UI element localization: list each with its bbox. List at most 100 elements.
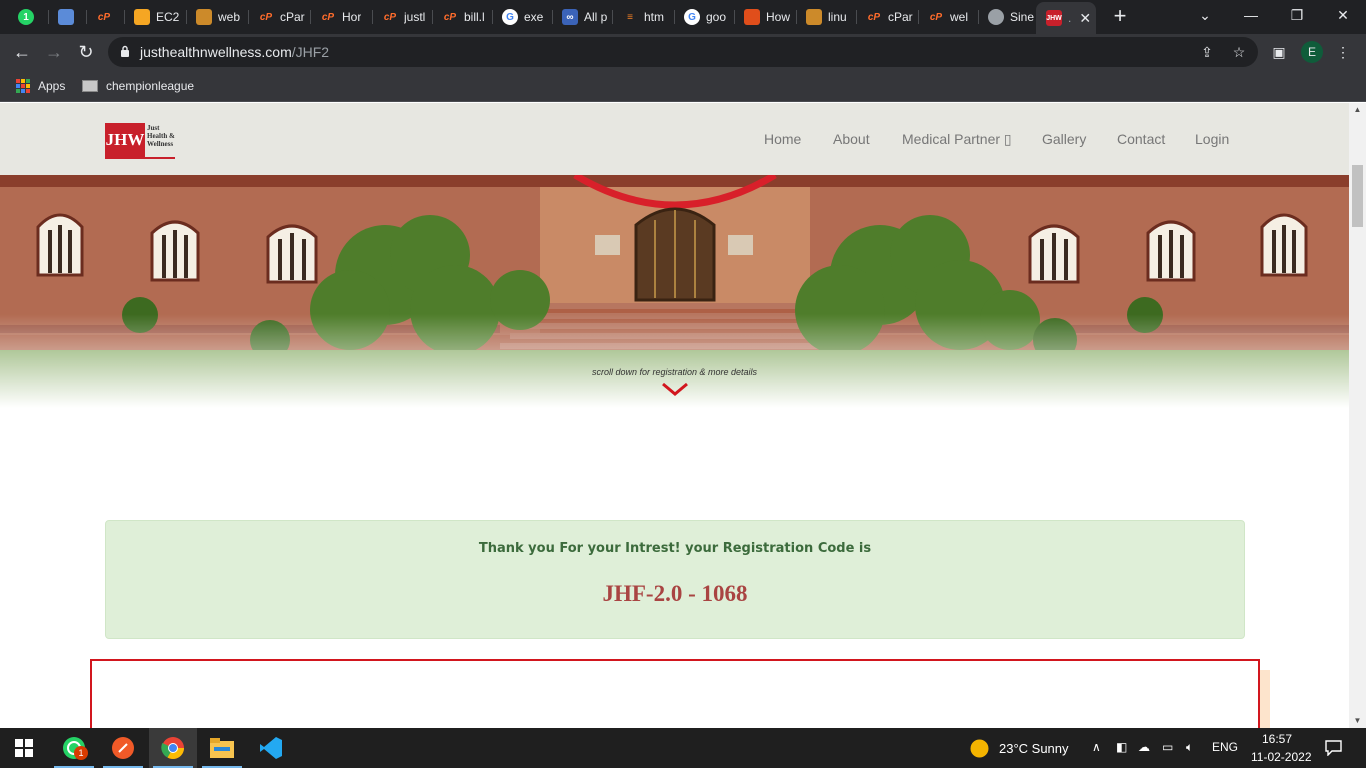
browser-toolbar: ← → ↻ justhealthnwellness.com/JHF2 ⇪ ☆ ▣… bbox=[0, 34, 1366, 70]
tab-web[interactable]: web bbox=[186, 4, 248, 30]
scroll-hint-text: scroll down for registration & more deta… bbox=[591, 367, 758, 377]
weather-text[interactable]: 23°C Sunny bbox=[999, 741, 1069, 756]
meet-now-icon[interactable]: ◧ bbox=[1116, 740, 1127, 754]
tab-linux[interactable]: linu bbox=[796, 4, 856, 30]
taskbar-whatsapp[interactable]: 1 bbox=[50, 728, 98, 768]
apps-grid-icon bbox=[16, 79, 30, 93]
taskbar-chrome[interactable] bbox=[149, 728, 197, 768]
shortcut-icon bbox=[806, 9, 822, 25]
aws-box-icon bbox=[134, 9, 150, 25]
close-window-icon[interactable]: ✕ bbox=[1320, 0, 1366, 30]
folder-icon bbox=[210, 738, 234, 758]
forward-icon[interactable]: → bbox=[42, 40, 66, 64]
url-text: justhealthnwellness.com/JHF2 bbox=[140, 44, 330, 60]
tab-sine[interactable]: Sine bbox=[978, 4, 1036, 30]
page-scrollbar[interactable]: ▲ ▼ bbox=[1349, 103, 1366, 728]
vpn-icon bbox=[58, 9, 74, 25]
sun-weather-icon bbox=[970, 739, 989, 758]
reload-icon[interactable]: ↻ bbox=[74, 40, 98, 64]
address-bar[interactable]: justhealthnwellness.com/JHF2 ⇪ ☆ bbox=[108, 37, 1258, 67]
tab-welcome[interactable]: cP wel bbox=[918, 4, 978, 30]
onedrive-cloud-icon[interactable]: ☁ bbox=[1138, 740, 1150, 754]
nav-gallery[interactable]: Gallery bbox=[1042, 131, 1086, 147]
chrome-icon bbox=[161, 737, 184, 759]
infinity-icon: ∞ bbox=[562, 9, 578, 25]
bookmark-apps[interactable]: Apps bbox=[16, 76, 65, 96]
lock-icon bbox=[121, 45, 129, 57]
windows-start-icon[interactable] bbox=[0, 728, 48, 768]
cpanel-icon: cP bbox=[259, 11, 273, 23]
scroll-down-arrow-icon[interactable]: ▼ bbox=[1349, 714, 1366, 728]
tray-chevron-up-icon[interactable]: ∧ bbox=[1092, 740, 1101, 754]
tab-ec2[interactable]: EC2 bbox=[124, 4, 186, 30]
taskbar-vscode[interactable] bbox=[247, 728, 295, 768]
close-tab-icon[interactable]: ✕ bbox=[1079, 10, 1091, 27]
stackoverflow-icon: ≡ bbox=[627, 11, 633, 23]
bookmarks-bar: Apps chempionleague bbox=[0, 70, 1366, 102]
browser-tab-strip: 1 cP EC2 web cP cPar cP Hor cP justl cP … bbox=[0, 0, 1366, 34]
tab-stackoverflow[interactable]: ≡ htm bbox=[612, 4, 674, 30]
tab-whatsapp[interactable]: 1 bbox=[8, 4, 50, 30]
tab-search-chevron-icon[interactable]: ⌄ bbox=[1182, 0, 1228, 30]
menu-dots-icon[interactable]: ⋮ bbox=[1334, 43, 1352, 61]
tab-vpn[interactable] bbox=[48, 4, 88, 30]
site-header: JHW Just Health & Wellness Home About Me… bbox=[0, 103, 1349, 175]
profile-avatar[interactable]: E bbox=[1301, 41, 1323, 63]
new-tab-icon[interactable]: + bbox=[1108, 5, 1132, 29]
side-panel-icon[interactable]: ▣ bbox=[1270, 43, 1288, 61]
scroll-down-chevron-icon[interactable] bbox=[661, 381, 689, 397]
notifications-icon[interactable] bbox=[1325, 740, 1342, 756]
tab-how[interactable]: How bbox=[734, 4, 796, 30]
clock-date[interactable]: 11-02-2022 bbox=[1251, 750, 1312, 764]
windows-taskbar: 1 23°C Sunny ∧ ◧ ☁ ▭ 🔈︎ ENG 16:57 11-02-… bbox=[0, 728, 1366, 768]
cpanel-icon: cP bbox=[443, 11, 457, 23]
minimize-icon[interactable]: — bbox=[1228, 0, 1274, 30]
nav-medical-partner[interactable]: Medical Partner ▯ bbox=[902, 131, 1012, 148]
cpanel-icon: cP bbox=[383, 11, 397, 23]
tab-all[interactable]: ∞ All p bbox=[552, 4, 612, 30]
tab-cpanel-2[interactable]: cP cPar bbox=[248, 4, 310, 30]
alert-message: Thank you For your Intrest! your Registr… bbox=[478, 541, 872, 556]
cpanel-icon: cP bbox=[97, 11, 111, 23]
tab-cpanel-1[interactable]: cP bbox=[86, 4, 124, 30]
registration-form-panel bbox=[90, 659, 1260, 728]
tab-cpanel-3[interactable]: cP Hor bbox=[310, 4, 372, 30]
cpanel-icon: cP bbox=[321, 11, 335, 23]
cpanel-icon: cP bbox=[929, 11, 943, 23]
clock-time[interactable]: 16:57 bbox=[1262, 732, 1292, 746]
volume-icon[interactable]: 🔈︎ bbox=[1186, 740, 1193, 755]
cpanel-icon: cP bbox=[867, 11, 881, 23]
tab-cpanel-5[interactable]: cP bill.l bbox=[432, 4, 492, 30]
scrollbar-thumb[interactable] bbox=[1352, 165, 1363, 227]
back-icon[interactable]: ← bbox=[10, 40, 34, 64]
language-indicator[interactable]: ENG bbox=[1212, 740, 1238, 754]
tab-cpanel-4[interactable]: cP justl bbox=[372, 4, 432, 30]
tab-cpanel-6[interactable]: cP cPar bbox=[856, 4, 918, 30]
nav-about[interactable]: About bbox=[833, 131, 870, 147]
bookmark-chempionleague[interactable]: chempionleague bbox=[82, 76, 194, 96]
nav-contact[interactable]: Contact bbox=[1117, 131, 1165, 147]
whatsapp-icon: 1 bbox=[18, 9, 34, 25]
scroll-up-arrow-icon[interactable]: ▲ bbox=[1349, 103, 1366, 117]
taskbar-file-explorer[interactable] bbox=[198, 728, 246, 768]
compass-app-icon bbox=[112, 737, 134, 759]
nav-home[interactable]: Home bbox=[764, 131, 801, 147]
page-thumbnail-icon bbox=[82, 80, 98, 92]
site-logo[interactable]: JHW Just Health & Wellness bbox=[105, 123, 177, 159]
google-icon: G bbox=[684, 9, 700, 25]
tab-google-1[interactable]: G exe bbox=[492, 4, 552, 30]
taskbar-brave[interactable] bbox=[99, 728, 147, 768]
share-icon[interactable]: ⇪ bbox=[1198, 43, 1216, 61]
network-icon[interactable]: ▭ bbox=[1162, 740, 1173, 754]
restore-icon[interactable]: ❐ bbox=[1274, 0, 1320, 30]
globe-icon bbox=[988, 9, 1004, 25]
bookmark-star-icon[interactable]: ☆ bbox=[1230, 43, 1248, 61]
nav-login[interactable]: Login bbox=[1195, 131, 1229, 147]
tab-google-2[interactable]: G goo bbox=[674, 4, 734, 30]
tutorial-icon bbox=[744, 9, 760, 25]
vscode-icon bbox=[260, 737, 282, 759]
registration-code: JHF-2.0 - 1068 bbox=[602, 581, 748, 606]
tab-jhw-active[interactable]: JHW . ✕ bbox=[1036, 2, 1096, 34]
web-page: JHW Just Health & Wellness Home About Me… bbox=[0, 103, 1349, 728]
google-icon: G bbox=[502, 9, 518, 25]
